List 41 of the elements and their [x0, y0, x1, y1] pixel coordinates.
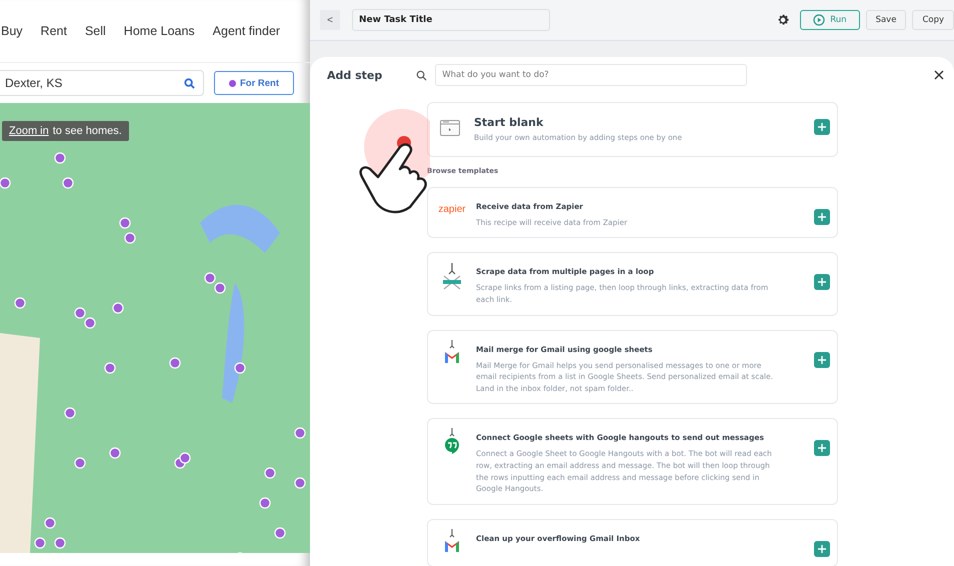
settings-icon[interactable]	[776, 13, 790, 27]
nav-link[interactable]: Sell	[84, 24, 106, 38]
nav-link[interactable]: Buy	[1, 24, 23, 38]
add-button[interactable]	[814, 274, 830, 290]
location-search-field[interactable]: Dexter, KS	[0, 70, 204, 96]
tools-icon	[441, 262, 463, 292]
for-rent-button[interactable]: For Rent	[214, 71, 294, 95]
template-card[interactable]	[427, 330, 838, 404]
chat-bubble-icon	[443, 428, 461, 454]
plus-icon	[818, 544, 826, 553]
plus-icon	[818, 356, 826, 364]
search-icon	[416, 70, 428, 80]
nav-link[interactable]: Home Loans	[124, 24, 195, 38]
nav-link[interactable]: Rent	[40, 24, 67, 38]
window-icon	[440, 120, 460, 136]
card-title: Start blank	[474, 116, 544, 129]
step-search-field[interactable]: What do you want to do?	[435, 64, 748, 86]
add-button[interactable]	[814, 352, 830, 368]
panel-title: Add step	[327, 68, 382, 82]
toolbar-button[interactable]: Copy	[912, 10, 954, 30]
mail-icon	[443, 340, 461, 364]
add-button[interactable]	[814, 208, 830, 225]
zapier-logo: zapier	[438, 204, 466, 215]
mail-icon	[443, 528, 461, 553]
plus-icon	[818, 444, 826, 452]
search-icon	[184, 78, 195, 88]
template-card[interactable]	[427, 418, 838, 505]
back-button[interactable]: <	[320, 10, 340, 30]
zoom-in-link[interactable]: Zoom in	[9, 125, 49, 137]
nav-link[interactable]: Agent finder	[212, 24, 280, 38]
play-icon	[813, 14, 826, 26]
plus-icon	[818, 123, 826, 131]
add-button[interactable]	[814, 540, 830, 557]
tooltip-text: to see homes.	[52, 125, 122, 137]
plus-icon	[818, 278, 826, 286]
task-title-field[interactable]: New Task Title	[352, 9, 550, 31]
plus-icon	[818, 212, 826, 221]
add-button[interactable]	[814, 440, 830, 456]
close-icon[interactable]	[934, 70, 944, 80]
add-button[interactable]	[814, 119, 830, 135]
toolbar-button[interactable]: Save	[866, 10, 906, 30]
